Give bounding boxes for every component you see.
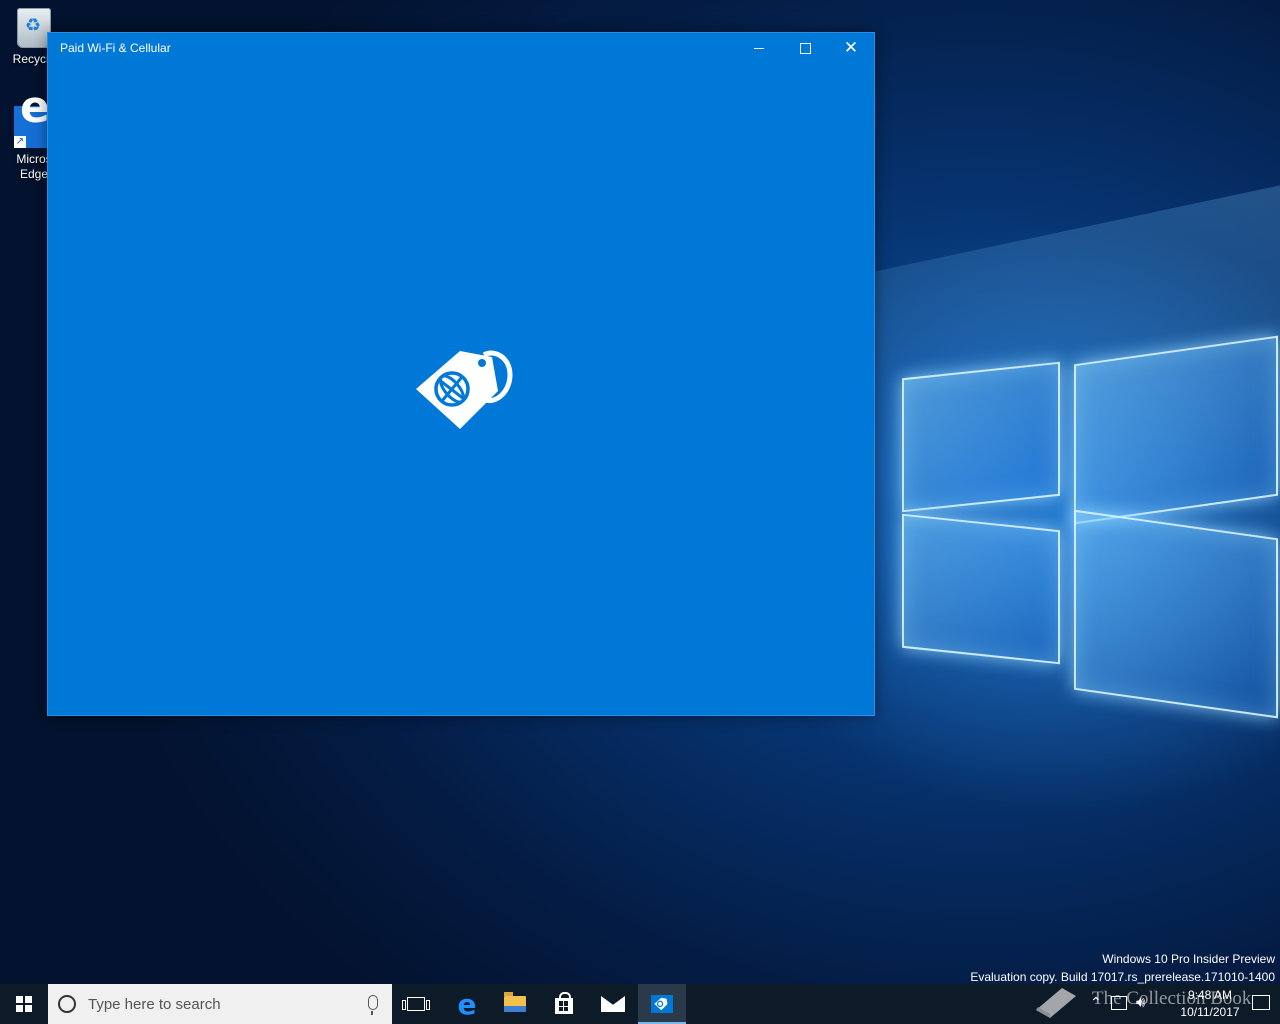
- build-watermark: Windows 10 Pro Insider Preview Evaluatio…: [970, 950, 1275, 986]
- window-title: Paid Wi-Fi & Cellular: [60, 41, 171, 55]
- shortcut-arrow-icon: ↗: [14, 136, 26, 148]
- watermark-brand: The Collection Book: [1092, 988, 1252, 1009]
- taskbar-edge-button[interactable]: e: [443, 984, 491, 1024]
- app-window: Paid Wi-Fi & Cellular ✕: [47, 32, 875, 716]
- taskbar: Type here to search e ⌃ 🔊︎ 9:48 AM 10/11…: [0, 984, 1280, 1024]
- desktop: Recycle ↗ Micros Edge Paid Wi-Fi & Cellu…: [0, 0, 1280, 1024]
- store-bag-icon: [555, 992, 573, 1014]
- action-center-icon[interactable]: [1252, 995, 1270, 1010]
- close-button[interactable]: ✕: [828, 33, 874, 64]
- edge-icon: e: [457, 987, 477, 1021]
- search-placeholder: Type here to search: [88, 995, 221, 1013]
- microphone-icon[interactable]: [368, 995, 378, 1015]
- windows-logo-icon: [16, 996, 32, 1012]
- taskbar-mail-button[interactable]: [589, 984, 637, 1024]
- title-bar[interactable]: Paid Wi-Fi & Cellular ✕: [48, 33, 874, 64]
- taskbar-search-box[interactable]: Type here to search: [48, 984, 392, 1024]
- minimize-icon: [754, 48, 764, 49]
- maximize-button[interactable]: [782, 33, 828, 64]
- desktop-icon-label-line2: Edge: [19, 167, 49, 181]
- logo-pane-bl: [902, 513, 1060, 665]
- close-icon: ✕: [843, 38, 859, 58]
- logo-pane-br: [1074, 509, 1278, 719]
- taskbar-file-explorer-button[interactable]: [491, 984, 539, 1024]
- cortana-icon: [58, 995, 76, 1013]
- task-view-icon: [402, 997, 430, 1011]
- book-logo-icon: [1036, 988, 1076, 1018]
- recycle-bin-icon: [17, 8, 51, 48]
- paid-wifi-cellular-tag-globe-icon: [416, 350, 513, 429]
- task-view-button[interactable]: [392, 984, 440, 1024]
- taskbar-store-button[interactable]: [540, 984, 588, 1024]
- watermark-line1: Windows 10 Pro Insider Preview: [1102, 952, 1275, 966]
- taskbar-paid-wifi-button[interactable]: [638, 984, 686, 1024]
- logo-pane-tl: [902, 361, 1060, 513]
- start-button[interactable]: [0, 984, 48, 1024]
- folder-icon: [504, 992, 526, 1012]
- wallpaper-windows-logo: [870, 320, 1280, 720]
- logo-pane-tr: [1074, 335, 1278, 525]
- mail-envelope-icon: [601, 996, 625, 1012]
- maximize-icon: [799, 43, 811, 54]
- minimize-button[interactable]: [736, 33, 782, 64]
- paid-wifi-cellular-icon: [651, 995, 673, 1013]
